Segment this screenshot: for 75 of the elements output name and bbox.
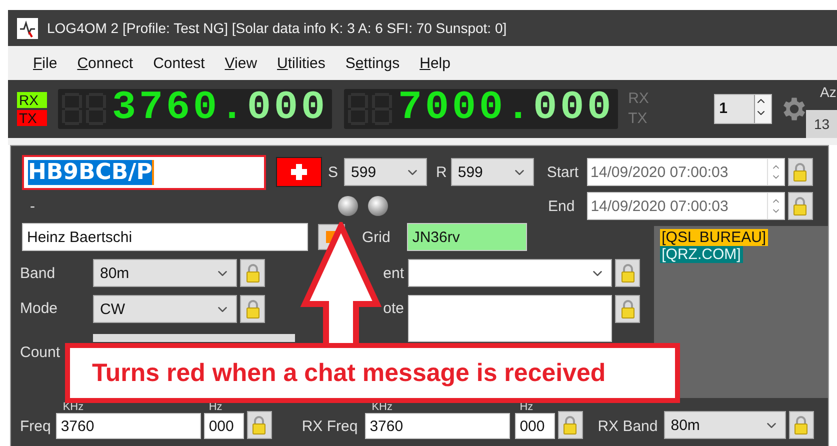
rx-band-label: RX Band bbox=[598, 418, 658, 437]
padlock-icon bbox=[794, 415, 808, 435]
lock-button[interactable] bbox=[246, 411, 272, 439]
freq-label: Freq bbox=[20, 418, 51, 437]
khz-unit-label: KHz bbox=[62, 401, 85, 413]
khz-unit-label: KHz bbox=[370, 401, 394, 413]
band-label: Band bbox=[20, 264, 56, 282]
rx-freq-hz-field[interactable]: 000 bbox=[514, 413, 555, 439]
rx-band-select[interactable]: 80m bbox=[664, 411, 786, 439]
frequency-display: 7000.000 bbox=[344, 89, 618, 129]
window-title: LOG4OM 2 [Profile: Test NG] [Solar data info K: 3 A: 6 SFI: 70 Sunspot: 0] bbox=[47, 20, 507, 36]
end-datetime-field[interactable]: 14/09/2020 07:00:03 bbox=[586, 192, 785, 220]
status-indicator: RX bbox=[17, 92, 47, 108]
padlock-icon bbox=[620, 299, 634, 319]
menu-item[interactable]: Settings bbox=[345, 54, 400, 72]
country-label: Count bbox=[20, 344, 62, 361]
start-label: Start bbox=[546, 164, 579, 180]
rx-freq-khz-field[interactable]: 3760 bbox=[364, 413, 510, 439]
comment-select[interactable] bbox=[408, 259, 612, 287]
dash-text: - bbox=[30, 198, 36, 214]
freq-khz-field[interactable]: 3760 bbox=[56, 413, 201, 439]
swiss-flag-icon bbox=[276, 157, 322, 187]
azimuth-label: Az bbox=[820, 84, 836, 100]
sent-report-select[interactable]: 599 bbox=[344, 158, 428, 186]
grid-field[interactable]: JN36rv bbox=[407, 223, 528, 251]
mode-select[interactable]: CW bbox=[93, 295, 237, 323]
qsl-tag: [QSL BUREAU] bbox=[660, 229, 768, 246]
padlock-icon bbox=[793, 162, 808, 182]
menu-item[interactable]: View bbox=[224, 54, 258, 72]
menu-item[interactable]: Contest bbox=[153, 54, 205, 72]
display-label: TX bbox=[628, 110, 648, 128]
menu-item[interactable]: File bbox=[33, 54, 58, 72]
menu-item[interactable]: Connect bbox=[77, 54, 134, 72]
lock-button[interactable] bbox=[240, 259, 265, 287]
app-logo-icon bbox=[17, 18, 38, 38]
rx-freq-label: RX Freq bbox=[302, 418, 358, 437]
end-label: End bbox=[548, 198, 575, 214]
status-indicator: TX bbox=[17, 110, 47, 126]
sent-report-label: S bbox=[328, 164, 338, 180]
display-label: RX bbox=[628, 90, 650, 108]
padlock-icon bbox=[793, 196, 808, 216]
callout-text: Turns red when a chat message is received bbox=[92, 358, 606, 388]
hz-unit-label: Hz bbox=[518, 401, 534, 413]
azimuth-field[interactable]: 13 bbox=[806, 110, 837, 138]
grid-label: Grid bbox=[362, 228, 390, 246]
menu-item[interactable]: Help bbox=[420, 54, 450, 72]
padlock-icon bbox=[563, 415, 578, 435]
frequency-display: 3760.000 bbox=[58, 89, 332, 129]
radio-spinner[interactable]: 1 bbox=[714, 94, 772, 124]
padlock-icon bbox=[246, 263, 260, 283]
padlock-icon bbox=[620, 263, 634, 283]
freq-hz-field[interactable]: 000 bbox=[204, 413, 244, 439]
hz-unit-label: Hz bbox=[208, 401, 224, 413]
lock-button[interactable] bbox=[788, 411, 814, 439]
padlock-icon bbox=[246, 299, 260, 319]
lock-button[interactable] bbox=[615, 259, 640, 287]
lock-button[interactable] bbox=[240, 295, 265, 323]
received-report-label: R bbox=[436, 164, 447, 180]
lock-button[interactable] bbox=[558, 411, 583, 439]
padlock-icon bbox=[252, 415, 266, 435]
received-report-select[interactable]: 599 bbox=[450, 158, 534, 186]
band-select[interactable]: 80m bbox=[93, 259, 237, 287]
name-field[interactable]: Heinz Baertschi bbox=[22, 223, 308, 251]
menu-item[interactable]: Utilities bbox=[277, 54, 326, 72]
start-datetime-field[interactable]: 14/09/2020 07:00:03 bbox=[586, 158, 785, 186]
note-field[interactable] bbox=[408, 295, 612, 342]
country-field[interactable] bbox=[93, 334, 295, 342]
qsl-tag: [QRZ.COM] bbox=[660, 246, 743, 263]
lock-button[interactable] bbox=[615, 295, 640, 323]
note-label: ote bbox=[382, 300, 405, 317]
callsign-input[interactable]: HB9BCB/P bbox=[22, 154, 266, 190]
lock-button[interactable] bbox=[788, 158, 813, 186]
lock-button[interactable] bbox=[788, 192, 813, 220]
comment-label: ent bbox=[382, 264, 405, 282]
mode-label: Mode bbox=[20, 300, 59, 317]
